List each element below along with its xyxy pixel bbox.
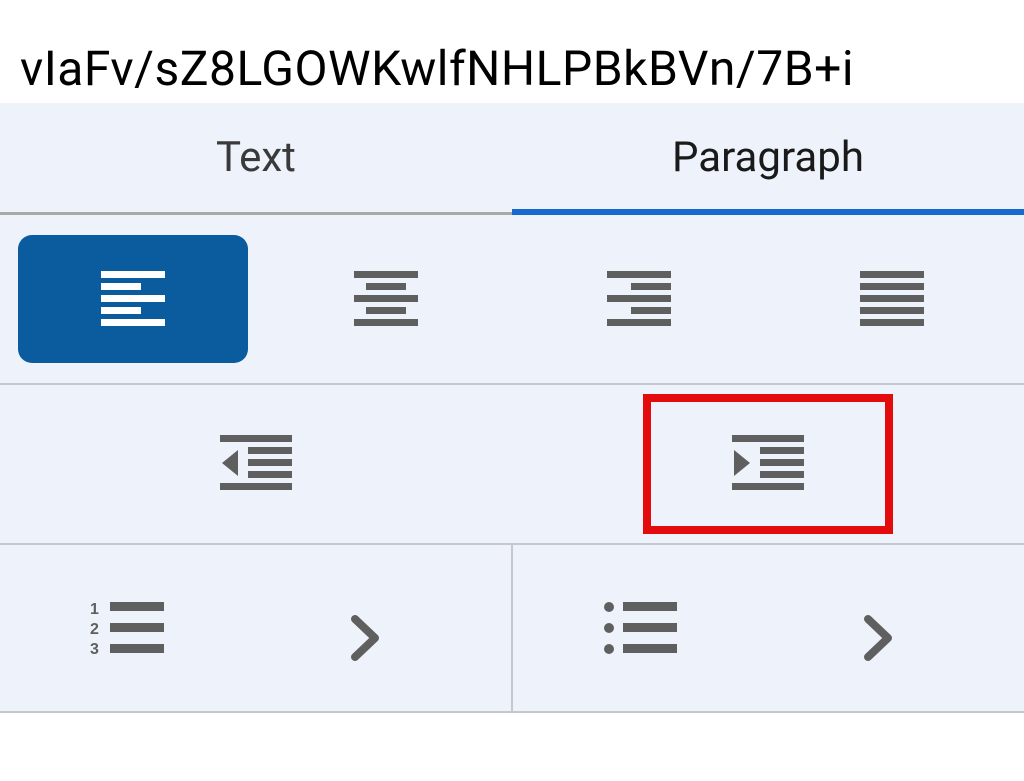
align-justify-icon bbox=[860, 271, 924, 327]
chevron-right-icon bbox=[351, 615, 441, 661]
numbered-list-expand[interactable] bbox=[351, 596, 441, 661]
active-tab-indicator bbox=[512, 209, 1024, 215]
align-center-icon bbox=[354, 271, 418, 327]
increase-indent-icon bbox=[732, 435, 804, 493]
tab-text[interactable]: Text bbox=[0, 103, 512, 212]
svg-text:2: 2 bbox=[90, 621, 99, 638]
tabs-row: Text Paragraph bbox=[0, 103, 1024, 215]
align-left-icon bbox=[101, 271, 165, 327]
svg-text:3: 3 bbox=[90, 641, 99, 656]
document-content-line: vIaFv/sZ8LGOWKwlfNHLPBkBVn/7B+i bbox=[0, 0, 1024, 103]
bulleted-list-icon bbox=[603, 600, 677, 656]
align-left-button[interactable] bbox=[18, 235, 248, 363]
bulleted-list-expand[interactable] bbox=[864, 596, 954, 661]
align-right-button[interactable] bbox=[524, 235, 754, 363]
chevron-right-icon bbox=[864, 615, 954, 661]
indent-row bbox=[0, 385, 1024, 545]
tab-paragraph[interactable]: Paragraph bbox=[512, 103, 1024, 212]
svg-text:1: 1 bbox=[90, 601, 99, 618]
list-row: 1 2 3 bbox=[0, 545, 1024, 713]
bulleted-list-button[interactable] bbox=[513, 545, 1024, 711]
align-right-icon bbox=[607, 271, 671, 327]
alignment-row bbox=[0, 215, 1024, 385]
decrease-indent-icon bbox=[220, 435, 292, 493]
decrease-indent-button[interactable] bbox=[0, 385, 512, 543]
align-justify-button[interactable] bbox=[777, 235, 1007, 363]
increase-indent-button[interactable] bbox=[512, 385, 1024, 543]
formatting-panel: Text Paragraph bbox=[0, 103, 1024, 713]
numbered-list-button[interactable]: 1 2 3 bbox=[0, 545, 511, 711]
numbered-list-icon: 1 2 3 bbox=[90, 600, 164, 656]
align-center-button[interactable] bbox=[271, 235, 501, 363]
